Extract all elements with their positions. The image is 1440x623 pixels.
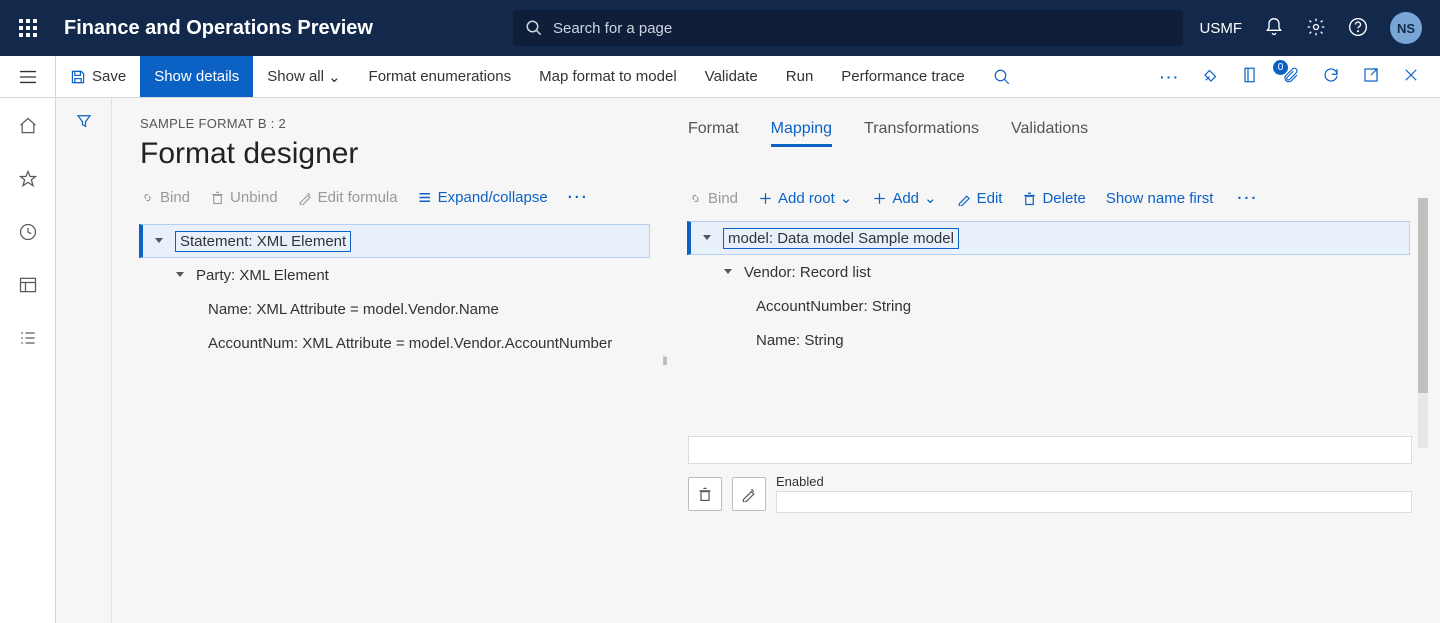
filter-icon[interactable] <box>75 112 93 623</box>
run-button[interactable]: Run <box>772 56 828 97</box>
format-toolbar: Bind Unbind Edit formula Expand/collapse… <box>140 189 650 206</box>
mapping-tree-account-number[interactable]: AccountNumber: String <box>688 289 1410 323</box>
collapse-icon[interactable] <box>153 234 167 248</box>
add-root-button[interactable]: Add root⌄ <box>758 189 852 207</box>
pane-splitter: ‖ <box>660 98 668 623</box>
notifications-icon[interactable] <box>1264 17 1284 40</box>
refresh-icon[interactable] <box>1322 66 1340 87</box>
expand-collapse-button[interactable]: Expand/collapse <box>418 189 548 206</box>
format-tree-root[interactable]: Statement: XML Element <box>139 224 650 258</box>
bind-button: Bind <box>140 189 190 206</box>
mapping-tree: model: Data model Sample model Vendor: R… <box>688 221 1410 357</box>
home-icon[interactable] <box>18 116 38 139</box>
right-tabs: Format Mapping Transformations Validatio… <box>688 120 1410 147</box>
page-title: Format designer <box>140 137 650 171</box>
app-launcher-button[interactable] <box>0 18 56 38</box>
mapping-tree-root[interactable]: model: Data model Sample model <box>687 221 1410 255</box>
format-tree-name-attr[interactable]: Name: XML Attribute = model.Vendor.Name <box>140 292 650 326</box>
format-tree-account-attr[interactable]: AccountNum: XML Attribute = model.Vendor… <box>140 326 650 360</box>
command-bar: Save Show details Show all⌄ Format enume… <box>0 56 1440 98</box>
search-placeholder: Search for a page <box>553 20 672 37</box>
mapping-more-button[interactable]: ··· <box>1237 190 1258 207</box>
recent-icon[interactable] <box>18 222 38 245</box>
favorites-icon[interactable] <box>18 169 38 192</box>
attachments-icon[interactable]: 0 <box>1282 66 1300 87</box>
workspaces-icon[interactable] <box>18 275 38 298</box>
hamburger-button[interactable] <box>0 56 56 97</box>
edit-pencil-button[interactable] <box>732 477 766 511</box>
mapping-pane: Format Mapping Transformations Validatio… <box>668 98 1440 623</box>
tab-validations[interactable]: Validations <box>1011 120 1088 147</box>
enabled-label: Enabled <box>776 474 1412 489</box>
global-header: Finance and Operations Preview Search fo… <box>0 0 1440 56</box>
popout-icon[interactable] <box>1362 66 1380 87</box>
mapping-bind-button: Bind <box>688 190 738 207</box>
modules-icon[interactable] <box>18 328 38 351</box>
collapse-icon[interactable] <box>174 268 188 282</box>
show-name-first-button[interactable]: Show name first <box>1106 190 1214 207</box>
collapse-icon[interactable] <box>701 231 715 245</box>
performance-trace-button[interactable]: Performance trace <box>827 56 978 97</box>
user-avatar[interactable]: NS <box>1390 12 1422 44</box>
filter-rail <box>56 98 112 623</box>
tab-transformations[interactable]: Transformations <box>864 120 979 147</box>
save-label: Save <box>92 68 126 85</box>
mapping-tree-name[interactable]: Name: String <box>688 323 1410 357</box>
format-tree-party[interactable]: Party: XML Element <box>140 258 650 292</box>
enabled-field[interactable] <box>776 491 1412 513</box>
chevron-down-icon: ⌄ <box>328 68 341 86</box>
format-pane: SAMPLE FORMAT B : 2 Format designer Bind… <box>112 98 660 623</box>
help-icon[interactable] <box>1348 17 1368 40</box>
validate-button[interactable]: Validate <box>691 56 772 97</box>
tab-format[interactable]: Format <box>688 120 739 147</box>
environment-label[interactable]: USMF <box>1200 20 1243 37</box>
settings-icon[interactable] <box>1306 17 1326 40</box>
vertical-scrollbar[interactable] <box>1418 198 1428 448</box>
show-details-button[interactable]: Show details <box>140 56 253 97</box>
tab-mapping[interactable]: Mapping <box>771 120 832 147</box>
splitter-handle[interactable]: ‖ <box>663 354 666 368</box>
format-more-button[interactable]: ··· <box>568 189 589 206</box>
app-title: Finance and Operations Preview <box>64 17 373 40</box>
format-enumerations-button[interactable]: Format enumerations <box>355 56 526 97</box>
edit-button[interactable]: Edit <box>957 190 1003 207</box>
search-icon <box>525 19 543 37</box>
map-format-to-model-button[interactable]: Map format to model <box>525 56 691 97</box>
navigation-rail <box>0 98 56 623</box>
chevron-down-icon: ⌄ <box>924 189 937 207</box>
toolbar-search-button[interactable] <box>979 56 1025 97</box>
add-button[interactable]: Add⌄ <box>872 189 936 207</box>
chevron-down-icon: ⌄ <box>840 189 853 207</box>
mapping-tree-vendor[interactable]: Vendor: Record list <box>688 255 1410 289</box>
save-button[interactable]: Save <box>56 56 140 97</box>
collapse-icon[interactable] <box>722 265 736 279</box>
show-all-button[interactable]: Show all⌄ <box>253 56 354 97</box>
trash-button[interactable] <box>688 477 722 511</box>
close-icon[interactable] <box>1402 66 1420 87</box>
delete-button[interactable]: Delete <box>1022 190 1085 207</box>
edit-formula-button: Edit formula <box>298 189 398 206</box>
mapping-toolbar: Bind Add root⌄ Add⌄ Edit Delete Show nam… <box>688 189 1410 207</box>
formula-field[interactable] <box>688 436 1412 464</box>
more-commands-button[interactable]: ··· <box>1160 69 1180 85</box>
global-search-input[interactable]: Search for a page <box>513 10 1183 46</box>
pin-icon[interactable] <box>1202 66 1220 87</box>
office-icon[interactable] <box>1242 66 1260 87</box>
unbind-button: Unbind <box>210 189 278 206</box>
format-tree: Statement: XML Element Party: XML Elemen… <box>140 224 650 360</box>
breadcrumb: SAMPLE FORMAT B : 2 <box>140 116 650 131</box>
